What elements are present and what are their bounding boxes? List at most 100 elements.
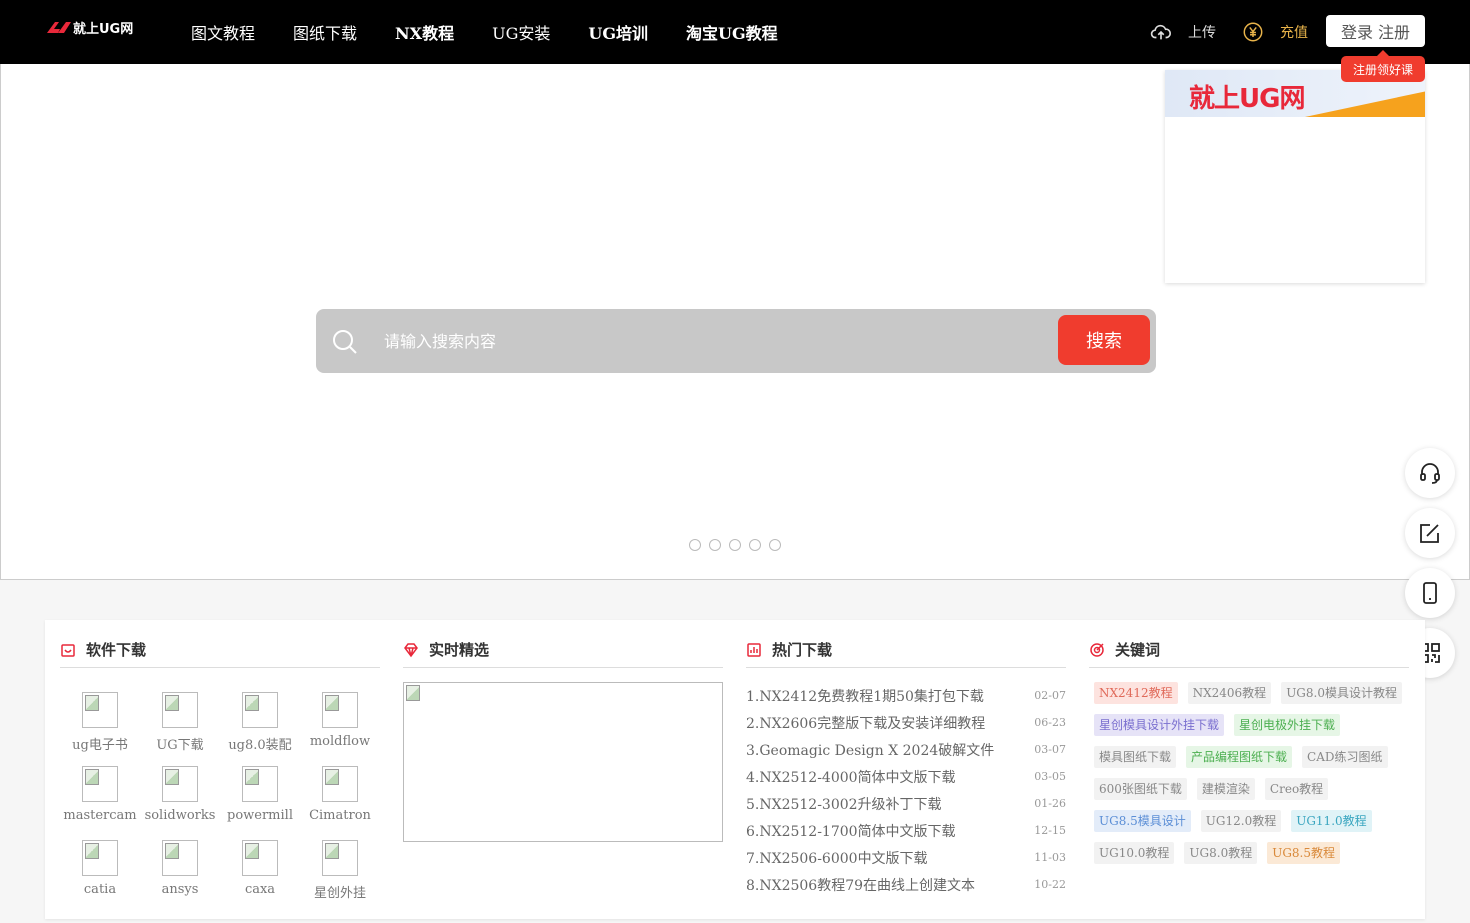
keyword-tag[interactable]: UG8.0教程 — [1184, 842, 1258, 864]
nav-item-taobao-tutorials[interactable]: 淘宝UG教程 — [667, 20, 797, 44]
keyword-row: 星创模具设计外挂下载 星创电极外挂下载 — [1094, 714, 1414, 736]
nav-item-graphic-tutorials[interactable]: 图文教程 — [172, 20, 274, 44]
search-button[interactable]: 搜索 — [1058, 315, 1150, 365]
item-date: 03-07 — [1034, 743, 1066, 756]
software-item[interactable]: UG下载 — [140, 692, 220, 753]
software-thumbnail — [242, 840, 278, 876]
keyword-tag[interactable]: NX2406教程 — [1187, 682, 1272, 704]
item-date: 12-15 — [1034, 824, 1066, 837]
list-item[interactable]: 2.NX2606完整版下载及安装详细教程 06-23 — [746, 709, 1066, 736]
recharge-link[interactable]: 充值 — [1242, 20, 1308, 44]
keyword-tag[interactable]: 600张图纸下载 — [1094, 778, 1187, 800]
software-item[interactable]: 星创外挂 — [300, 840, 380, 901]
item-title: 7.NX2506-6000中文版下载 — [746, 850, 928, 867]
list-item[interactable]: 5.NX2512-3002升级补丁下载 01-26 — [746, 790, 1066, 817]
keyword-tags: NX2412教程 NX2406教程 UG8.0模具设计教程星创模具设计外挂下载 星创电… — [1094, 682, 1414, 874]
main-nav: 图文教程 图纸下载 NX教程 UG安装 UG培训 淘宝UG教程 — [172, 0, 797, 64]
software-thumbnail — [242, 766, 278, 802]
item-date: 02-07 — [1034, 689, 1066, 702]
item-date: 06-23 — [1034, 716, 1066, 729]
site-logo[interactable]: 就上UG网 — [46, 19, 133, 37]
keyword-tag[interactable]: CAD练习图纸 — [1302, 746, 1388, 768]
carousel-dot[interactable] — [709, 539, 721, 551]
software-item[interactable]: ansys — [140, 840, 220, 897]
software-thumbnail — [82, 766, 118, 802]
promo-stripe-decoration — [1295, 85, 1425, 117]
bar-chart-icon — [747, 642, 761, 657]
software-item[interactable]: powermill — [220, 766, 300, 823]
keyword-row: 600张图纸下载 建模渲染 Creo教程 — [1094, 778, 1414, 800]
carousel-dot[interactable] — [749, 539, 761, 551]
software-item[interactable]: ug8.0装配 — [220, 692, 300, 753]
item-title: 6.NX2512-1700简体中文版下载 — [746, 823, 956, 840]
keyword-tag[interactable]: 产品编程图纸下载 — [1186, 746, 1293, 768]
carousel-dot[interactable] — [769, 539, 781, 551]
keyword-tag[interactable]: UG8.5模具设计 — [1094, 810, 1191, 832]
section-title: 热门下载 — [772, 641, 833, 659]
software-label: 星创外挂 — [313, 886, 366, 901]
keyword-tag[interactable]: 建模渲染 — [1196, 778, 1255, 800]
keyword-tag[interactable]: NX2412教程 — [1094, 682, 1178, 704]
recharge-label: 充值 — [1280, 25, 1308, 41]
download-box-icon — [61, 643, 75, 657]
software-item[interactable]: catia — [60, 840, 140, 897]
list-item[interactable]: 4.NX2512-4000简体中文版下载 03-05 — [746, 763, 1066, 790]
logo-icon — [47, 22, 71, 33]
software-thumbnail — [242, 692, 278, 728]
feedback-button[interactable] — [1405, 508, 1455, 558]
section-header: 关键词 — [1089, 632, 1409, 668]
keyword-tag[interactable]: UG8.5教程 — [1267, 842, 1341, 864]
list-item[interactable]: 1.NX2412免费教程1期50集打包下载 02-07 — [746, 682, 1066, 709]
login-register-button[interactable]: 登录 注册 — [1326, 15, 1425, 47]
search-input[interactable] — [384, 323, 1044, 359]
list-item[interactable]: 8.NX2506教程79在曲线上创建文本 10-22 — [746, 871, 1066, 898]
keyword-row: UG10.0教程 UG8.0教程 UG8.5教程 — [1094, 842, 1414, 864]
mobile-app-button[interactable] — [1405, 568, 1455, 618]
nav-item-nx-tutorials[interactable]: NX教程 — [376, 20, 473, 44]
carousel-dot[interactable] — [729, 539, 741, 551]
section-header: 热门下载 — [746, 632, 1066, 668]
nav-item-drawing-download[interactable]: 图纸下载 — [274, 20, 376, 44]
software-thumbnail — [82, 692, 118, 728]
register-promo-tip[interactable]: 注册领好课 — [1341, 50, 1425, 82]
featured-image[interactable] — [403, 682, 723, 842]
keyword-tag[interactable]: 星创模具设计外挂下载 — [1094, 714, 1225, 736]
keyword-tag[interactable]: UG11.0教程 — [1291, 810, 1372, 832]
nav-item-ug-training[interactable]: UG培训 — [569, 20, 667, 44]
keyword-tag[interactable]: 星创电极外挂下载 — [1234, 714, 1341, 736]
list-item[interactable]: 3.Geomagic Design X 2024破解文件 03-07 — [746, 736, 1066, 763]
software-label: moldflow — [309, 734, 371, 749]
software-thumbnail — [322, 840, 358, 876]
item-date: 01-26 — [1034, 797, 1066, 810]
headset-icon — [1420, 463, 1440, 484]
software-label: mastercam — [63, 808, 137, 823]
software-thumbnail — [82, 840, 118, 876]
software-label: caxa — [244, 882, 276, 897]
software-item[interactable]: Cimatron — [300, 766, 380, 823]
section-title: 软件下载 — [86, 641, 147, 659]
upload-link[interactable]: 上传 — [1150, 20, 1216, 44]
keyword-tag[interactable]: UG12.0教程 — [1200, 810, 1282, 832]
software-label: UG下载 — [156, 738, 204, 753]
software-label: ug8.0装配 — [228, 738, 292, 753]
software-item[interactable]: solidworks — [140, 766, 220, 823]
list-item[interactable]: 7.NX2506-6000中文版下载 11-03 — [746, 844, 1066, 871]
software-label: Cimatron — [309, 808, 371, 823]
nav-item-ug-install[interactable]: UG安装 — [473, 20, 569, 44]
keyword-tag[interactable]: Creo教程 — [1264, 778, 1329, 800]
software-item[interactable]: ug电子书 — [60, 692, 140, 753]
section-header: 软件下载 — [60, 632, 380, 668]
edit-icon — [1420, 524, 1439, 543]
software-item[interactable]: caxa — [220, 840, 300, 897]
carousel-dot[interactable] — [689, 539, 701, 551]
keyword-tag[interactable]: UG10.0教程 — [1094, 842, 1175, 864]
keyword-tag[interactable]: 模具图纸下载 — [1094, 746, 1177, 768]
software-thumbnail — [322, 766, 358, 802]
software-item[interactable]: moldflow — [300, 692, 380, 749]
list-item[interactable]: 6.NX2512-1700简体中文版下载 12-15 — [746, 817, 1066, 844]
item-title: 4.NX2512-4000简体中文版下载 — [746, 769, 956, 786]
keyword-tag[interactable]: UG8.0模具设计教程 — [1281, 682, 1402, 704]
software-item[interactable]: mastercam — [60, 766, 140, 823]
section-title: 关键词 — [1115, 641, 1161, 659]
customer-service-button[interactable] — [1405, 448, 1455, 498]
